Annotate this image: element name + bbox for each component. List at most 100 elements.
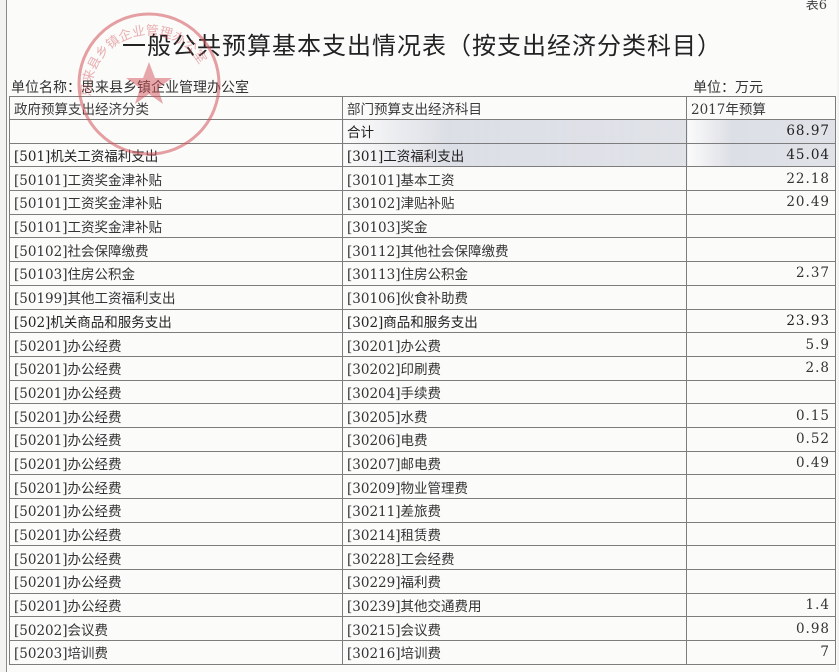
budget-amount-cell: 5.9 [686, 332, 836, 357]
table-row: [50201]办公经费 [30211]差旅费 [9, 498, 836, 523]
dept-category-cell: [30106]伙食补助费 [342, 284, 687, 310]
dept-category-cell: [30209]物业管理费 [342, 474, 687, 499]
budget-amount-cell [686, 498, 836, 523]
budget-amount-cell: 68.97 [686, 119, 836, 144]
dept-category-cell: [30206]电费 [342, 426, 687, 452]
budget-amount-cell: 0.98 [686, 616, 836, 642]
table-row: [50203]培训费 [30216]培训费 7 [9, 640, 836, 665]
table-row: [50201]办公经费 [30207]邮电费 0.49 [9, 450, 836, 476]
dept-category-cell: [30207]邮电费 [342, 450, 687, 476]
budget-amount-cell: 22.18 [686, 166, 836, 192]
dept-category-cell: [30202]印刷费 [342, 355, 687, 381]
gov-category-cell: [50201]办公经费 [9, 355, 343, 381]
table-row: [50102]社会保障缴费 [30112]其他社会保障缴费 [9, 237, 836, 263]
dept-category-cell: [30211]差旅费 [342, 498, 687, 523]
table-row: [50199]其他工资福利支出 [30106]伙食补助费 [9, 284, 836, 310]
dept-category-cell: [30216]培训费 [342, 640, 687, 665]
table-row: [50201]办公经费 [30205]水费 0.15 [9, 403, 836, 428]
budget-amount-cell: 23.93 [686, 308, 836, 334]
gov-category-cell: [50201]办公经费 [9, 521, 343, 547]
gov-category-cell: [50201]办公经费 [9, 569, 343, 594]
gov-category-cell: [50102]社会保障缴费 [9, 237, 343, 263]
dept-category-cell: [30205]水费 [342, 403, 687, 428]
gov-category-cell: [50101]工资奖金津补贴 [9, 166, 343, 192]
table-row: [50101]工资奖金津补贴 [30103]奖金 [9, 213, 836, 239]
dept-category-cell: [301]工资福利支出 [342, 142, 687, 168]
table-row: [502]机关商品和服务支出 [302]商品和服务支出 23.93 [9, 308, 836, 334]
budget-amount-cell: 7 [686, 640, 836, 665]
document-sheet: 表6 一般公共预算基本支出情况表（按支出经济分类科目） 单位名称：思来县乡镇企业… [6, 0, 837, 672]
table-row: [50201]办公经费 [30201]办公费 5.9 [9, 332, 836, 357]
gov-category-cell: [50201]办公经费 [9, 403, 343, 428]
gov-category-cell [9, 119, 343, 144]
gov-category-cell: [50201]办公经费 [9, 332, 343, 357]
gov-category-cell: [50199]其他工资福利支出 [9, 284, 343, 310]
table-row: [50201]办公经费 [30202]印刷费 2.8 [9, 355, 836, 381]
gov-category-cell: [50103]住房公积金 [9, 261, 343, 286]
gov-category-cell: [50201]办公经费 [9, 426, 343, 452]
table-row: [501]机关工资福利支出 [301]工资福利支出 45.04 [9, 142, 836, 168]
table-row: [50201]办公经费 [30209]物业管理费 [9, 474, 836, 499]
budget-amount-cell [686, 237, 836, 263]
dept-category-cell: [30214]租赁费 [342, 521, 687, 547]
dept-category-cell: 合计 [342, 119, 687, 144]
budget-amount-cell [686, 569, 836, 594]
dept-category-cell: [30229]福利费 [342, 569, 687, 594]
gov-category-cell: [50201]办公经费 [9, 450, 343, 476]
budget-amount-cell: 0.15 [686, 403, 836, 428]
dept-category-cell: [30103]奖金 [342, 213, 687, 239]
gov-category-cell: [50201]办公经费 [9, 379, 343, 405]
header-budget-year: 2017年预算 [686, 96, 836, 120]
table-row: [50201]办公经费 [30228]工会经费 [9, 545, 836, 571]
table-row: [50201]办公经费 [30204]手续费 [9, 379, 836, 405]
table-row: [50202]会议费 [30215]会议费 0.98 [9, 616, 836, 642]
budget-amount-cell: 0.49 [686, 450, 836, 476]
table-row: [50101]工资奖金津补贴 [30102]津贴补贴 20.49 [9, 190, 836, 215]
unit-name-label: 单位名称： [11, 80, 81, 96]
budget-amount-cell [686, 545, 836, 571]
dept-category-cell: [30101]基本工资 [342, 166, 687, 192]
dept-category-cell: [30112]其他社会保障缴费 [342, 237, 687, 263]
page-number: 表6 [805, 0, 827, 13]
budget-amount-cell: 1.4 [686, 592, 836, 618]
budget-amount-cell [686, 474, 836, 499]
gov-category-cell: [50201]办公经费 [9, 592, 343, 618]
gov-category-cell: [501]机关工资福利支出 [9, 142, 343, 168]
header-gov-category: 政府预算支出经济分类 [9, 96, 343, 120]
dept-category-cell: [30215]会议费 [342, 616, 687, 642]
dept-category-cell: [30239]其他交通费用 [342, 592, 687, 618]
header-dept-category: 部门预算支出经济科目 [342, 96, 687, 120]
budget-amount-cell: 0.52 [686, 426, 836, 452]
unit-name: 单位名称：思来县乡镇企业管理办公室 [11, 77, 249, 97]
budget-amount-cell [686, 213, 836, 239]
dept-category-cell: [30228]工会经费 [342, 545, 687, 571]
gov-category-cell: [50201]办公经费 [9, 474, 343, 499]
budget-amount-cell: 2.8 [686, 355, 836, 381]
budget-table: 政府预算支出经济分类 部门预算支出经济科目 2017年预算 合计 68.97 [50… [9, 96, 836, 665]
gov-category-cell: [50101]工资奖金津补贴 [9, 213, 343, 239]
currency-unit: 单位：万元 [693, 80, 763, 96]
gov-category-cell: [50201]办公经费 [9, 498, 343, 523]
table-row: [50101]工资奖金津补贴 [30101]基本工资 22.18 [9, 166, 836, 192]
table-row: [50103]住房公积金 [30113]住房公积金 2.37 [9, 261, 836, 286]
dept-category-cell: [30201]办公费 [342, 332, 687, 357]
dept-category-cell: [302]商品和服务支出 [342, 308, 687, 334]
table-row: 合计 68.97 [9, 119, 836, 144]
table-row: [50201]办公经费 [30229]福利费 [9, 569, 836, 594]
budget-amount-cell: 45.04 [686, 142, 836, 168]
gov-category-cell: [50201]办公经费 [9, 545, 343, 571]
dept-category-cell: [30102]津贴补贴 [342, 190, 687, 215]
budget-amount-cell [686, 284, 836, 310]
unit-name-value: 思来县乡镇企业管理办公室 [81, 80, 249, 96]
table-header-row: 政府预算支出经济分类 部门预算支出经济科目 2017年预算 [9, 96, 836, 120]
budget-amount-cell: 20.49 [686, 190, 836, 215]
dept-category-cell: [30204]手续费 [342, 379, 687, 405]
gov-category-cell: [50101]工资奖金津补贴 [9, 190, 343, 215]
table-row: [50201]办公经费 [30239]其他交通费用 1.4 [9, 592, 836, 618]
budget-amount-cell: 2.37 [686, 261, 836, 286]
page-title: 一般公共预算基本支出情况表（按支出经济分类科目） [122, 32, 722, 60]
table-row: [50201]办公经费 [30206]电费 0.52 [9, 426, 836, 452]
table-row: [50201]办公经费 [30214]租赁费 [9, 521, 836, 547]
budget-amount-cell [686, 521, 836, 547]
gov-category-cell: [50202]会议费 [9, 616, 343, 642]
